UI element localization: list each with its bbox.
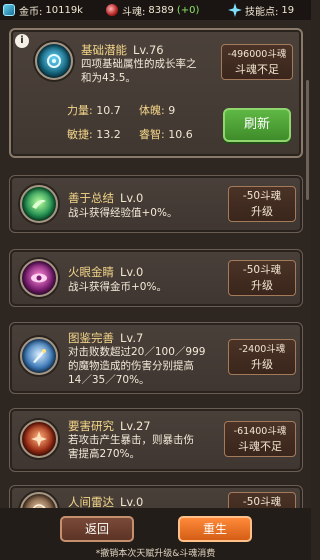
upgrade-button[interactable]: -61400斗魂 斗魂不足: [224, 421, 296, 457]
skill-card: 要害研究 Lv.27 若攻击产生暴击，则暴击伤 害提高270%。 -61400斗魂…: [9, 408, 303, 472]
skill-description-line: 害提高270%。: [68, 448, 141, 460]
skill-level: Lv.0: [120, 495, 144, 508]
skill-name-text: 火眼金睛: [68, 265, 114, 279]
skill-description: 战斗获得经验值+0%。: [68, 206, 177, 220]
skill-name: 图鉴完善 Lv.7: [68, 330, 143, 346]
back-button[interactable]: 返回: [60, 516, 134, 542]
radar-skill-icon: [20, 492, 58, 508]
upgrade-button[interactable]: -50斗魂: [228, 492, 296, 508]
footnote: *撤销本次天赋升级&斗魂消费: [95, 549, 216, 559]
stats-grid: 力量: 10.7 体魄: 9 敏捷: 13.2 睿智: 10.6: [67, 102, 217, 142]
skill-description: 对击败数超过20／100／999 的魔物造成的伤害分别提高 14／35／70%。: [68, 345, 228, 387]
skill-description: 四项基础属性的成长率之 和为43.5。: [81, 57, 221, 85]
skill-description: 若攻击产生暴击，则暴击伤 害提高270%。: [68, 433, 228, 461]
skill-description-line: 和为43.5。: [81, 72, 136, 84]
stat-value-agility: 13.2: [96, 128, 121, 141]
skill-name: 火眼金睛 Lv.0: [68, 264, 143, 280]
skill-description-line: 的魔物造成的伤害分别提高: [68, 360, 194, 372]
skill-name: 人间雷达 Lv.0: [68, 494, 143, 508]
stat-value-physique: 9: [168, 104, 176, 117]
skill-card: 火眼金睛 Lv.0 战斗获得金币+0%。 -50斗魂 升级: [9, 249, 303, 307]
skill-card: 图鉴完善 Lv.7 对击败数超过20／100／999 的魔物造成的伤害分别提高 1…: [9, 322, 303, 394]
skill-description-line: 战斗获得金币+0%。: [68, 281, 167, 293]
stat-label-strength: 力量:: [67, 104, 93, 117]
main-skill-cost-button[interactable]: -496000斗魂 斗魂不足: [221, 44, 293, 80]
cost-text: -50斗魂: [242, 190, 282, 202]
base-potential-card: i 基础潜能 Lv.76 四项基础属性的成长率之 和为43.5。 -496000斗…: [9, 28, 303, 158]
base-potential-skill-icon: [35, 42, 73, 80]
skill-description-line: 14／35／70%。: [68, 374, 150, 386]
skill-name-text: 人间雷达: [68, 495, 114, 508]
reborn-button[interactable]: 重生: [178, 516, 252, 542]
soul-delta: (+0): [176, 4, 200, 16]
coin-icon: [3, 4, 15, 16]
skill-name-text: 善于总结: [68, 191, 114, 205]
skill-points-label: 技能点:: [245, 6, 279, 18]
cost-text: -50斗魂: [242, 496, 282, 508]
stat-value-strength: 10.7: [96, 104, 121, 117]
bestiary-skill-icon: [20, 337, 58, 375]
upgrade-button[interactable]: -50斗魂 升级: [228, 260, 296, 296]
bottom-bar: 返回 重生 *撤销本次天赋升级&斗魂消费: [0, 508, 311, 560]
skill-level: Lv.7: [120, 331, 144, 345]
skill-name-text: 图鉴完善: [68, 331, 114, 345]
skill-level: Lv.0: [120, 265, 144, 279]
info-icon[interactable]: i: [15, 34, 29, 48]
insufficient-soul-text: 斗魂不足: [235, 63, 279, 76]
vital-research-skill-icon: [20, 420, 58, 458]
cost-text: -496000斗魂: [227, 49, 287, 60]
stat-label-agility: 敏捷:: [67, 128, 93, 141]
stat-label-wisdom: 睿智:: [139, 128, 165, 141]
stat-label-physique: 体魄:: [139, 104, 165, 117]
coins-label: 金币:: [19, 6, 43, 18]
skill-name: 善于总结 Lv.0: [68, 190, 143, 206]
skill-description-line: 战斗获得经验值+0%。: [68, 207, 178, 219]
refresh-button[interactable]: 刷新: [223, 108, 291, 142]
cost-text: -50斗魂: [242, 264, 282, 276]
talent-list[interactable]: i 基础潜能 Lv.76 四项基础属性的成长率之 和为43.5。 -496000斗…: [0, 20, 311, 508]
upgrade-label: 升级: [251, 279, 273, 292]
skill-name-text: 基础潜能: [81, 43, 127, 57]
resource-bar: 金币: 10119k 斗魂: 8389 (+0) 技能点: 19: [0, 0, 311, 20]
soul-label: 斗魂:: [122, 6, 146, 18]
skill-description: 战斗获得金币+0%。: [68, 280, 167, 294]
skill-name: 要害研究 Lv.27: [68, 418, 151, 434]
skill-level: Lv.76: [133, 43, 164, 57]
upgrade-label: 升级: [251, 205, 273, 218]
skill-name: 基础潜能 Lv.76: [81, 42, 164, 58]
skill-card: 善于总结 Lv.0 战斗获得经验值+0%。 -50斗魂 升级: [9, 175, 303, 233]
skill-description-line: 对击败数超过20／100／999: [68, 346, 206, 358]
upgrade-button[interactable]: -2400斗魂 升级: [228, 339, 296, 375]
skill-name-text: 要害研究: [68, 419, 114, 433]
stat-value-wisdom: 10.6: [168, 128, 193, 141]
cost-text: -2400斗魂: [238, 344, 286, 355]
summary-skill-icon: [20, 185, 58, 223]
skill-card: 人间雷达 Lv.0 -50斗魂: [9, 485, 303, 508]
coins-value: 10119k: [45, 4, 83, 16]
skill-level: Lv.0: [120, 191, 144, 205]
cost-text: -61400斗魂: [233, 426, 287, 437]
insufficient-soul-text: 斗魂不足: [238, 440, 282, 453]
skill-points-value: 19: [281, 4, 295, 16]
skill-description-line: 四项基础属性的成长率之: [81, 58, 197, 70]
fiery-eye-skill-icon: [20, 259, 58, 297]
upgrade-button[interactable]: -50斗魂 升级: [228, 186, 296, 222]
skill-level: Lv.27: [120, 419, 151, 433]
skill-point-star-icon: [228, 3, 242, 17]
scrollbar[interactable]: [306, 80, 309, 200]
soul-icon: [106, 4, 118, 16]
upgrade-label: 升级: [251, 358, 273, 371]
skill-description-line: 若攻击产生暴击，则暴击伤: [68, 434, 194, 446]
soul-value: 8389: [148, 4, 174, 16]
